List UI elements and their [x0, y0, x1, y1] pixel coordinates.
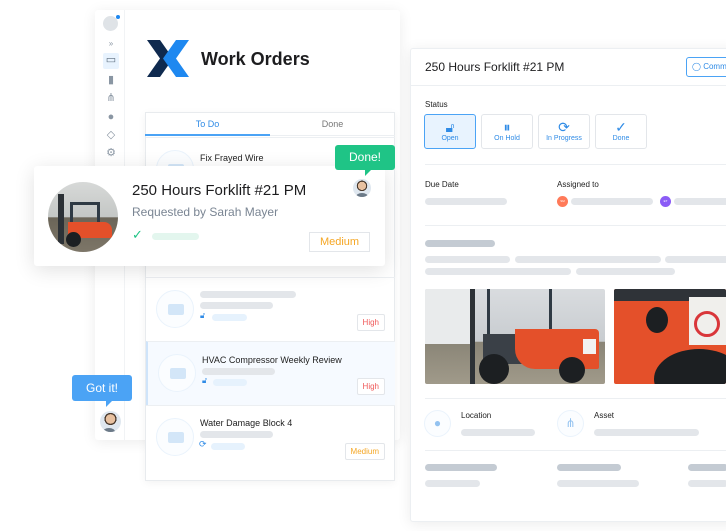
lock-open-icon: 🔓︎: [200, 311, 206, 320]
gear-icon[interactable]: ⚙: [104, 146, 118, 160]
avatar: [100, 411, 121, 432]
tag-icon[interactable]: ◇: [104, 128, 118, 142]
chat-icon[interactable]: ●: [104, 110, 118, 124]
divider: [425, 164, 726, 165]
refresh-icon: ⟳: [558, 119, 570, 135]
divider: [425, 225, 726, 226]
expand-icon[interactable]: »: [104, 37, 118, 51]
logo: [147, 40, 189, 77]
detail-title: 250 Hours Forklift #21 PM: [425, 60, 565, 74]
location-icon: ●: [424, 410, 451, 437]
pause-icon: ⏸︎: [503, 119, 511, 135]
list-item[interactable]: Water Damage Block 4 ⟳ Medium: [146, 405, 395, 469]
status-in-progress-button[interactable]: ⟳ In Progress: [538, 114, 590, 149]
comment-icon: ◯: [692, 62, 701, 71]
check-icon: ✓: [132, 227, 143, 242]
status-on-hold-button[interactable]: ⏸︎ On Hold: [481, 114, 533, 149]
done-bubble: Done!: [335, 145, 395, 176]
priority-badge: High: [356, 378, 385, 395]
check-icon: ✓: [615, 119, 627, 135]
list-item-title: Water Damage Block 4: [200, 418, 293, 428]
list-item[interactable]: HVAC Compressor Weekly Review 🔓︎ High: [146, 341, 395, 405]
floating-work-order-card[interactable]: 250 Hours Forklift #21 PM Requested by S…: [34, 166, 385, 266]
list-item-title: Fix Frayed Wire: [200, 153, 264, 163]
comment-label: Comm: [703, 62, 726, 71]
assignee-avatar: SM: [557, 196, 568, 207]
list-item[interactable]: 🔓︎ High: [146, 277, 395, 341]
list-item-title: HVAC Compressor Weekly Review: [202, 355, 342, 365]
page-title: Work Orders: [201, 49, 310, 69]
due-date-label: Due Date: [425, 180, 459, 189]
card-requester: Requested by Sarah Mayer: [132, 205, 279, 219]
inbox-icon: [158, 354, 196, 392]
card-title: 250 Hours Forklift #21 PM: [132, 182, 307, 199]
asset-icon: ⋔: [557, 410, 584, 437]
status-done-button[interactable]: ✓ Done: [595, 114, 647, 149]
forklift-photo[interactable]: [425, 289, 605, 384]
assigned-to-label: Assigned to: [557, 180, 599, 189]
avatar: [353, 179, 371, 197]
divider: [411, 85, 726, 86]
hierarchy-icon[interactable]: ⋔: [104, 91, 118, 105]
asset-label: Asset: [594, 411, 615, 420]
notification-dot: [116, 15, 120, 19]
location-label: Location: [461, 411, 492, 420]
priority-badge: High: [356, 314, 385, 331]
priority-badge: Medium: [344, 443, 385, 460]
got-it-bubble: Got it!: [72, 375, 132, 407]
tab-done[interactable]: Done: [270, 112, 395, 136]
comment-button[interactable]: ◯ Comm: [686, 57, 726, 77]
status-open-button[interactable]: 🔓︎ Open: [424, 114, 476, 149]
assignee-avatar: ET: [660, 196, 671, 207]
inbox-icon: [156, 290, 194, 328]
divider: [425, 450, 726, 451]
lock-open-icon: 🔓︎: [445, 119, 455, 135]
forklift-photo[interactable]: [614, 289, 726, 384]
refresh-icon: ⟳: [199, 439, 207, 449]
bar-chart-icon[interactable]: ▮: [104, 73, 118, 87]
inbox-icon: [156, 418, 194, 456]
tab-to-do[interactable]: To Do: [145, 112, 270, 136]
lock-open-icon: 🔓︎: [202, 376, 208, 385]
inbox-icon[interactable]: ▭: [103, 53, 119, 69]
priority-badge: Medium: [309, 232, 370, 252]
divider: [425, 398, 726, 399]
status-label: Status: [425, 100, 448, 109]
forklift-photo: [48, 182, 118, 252]
